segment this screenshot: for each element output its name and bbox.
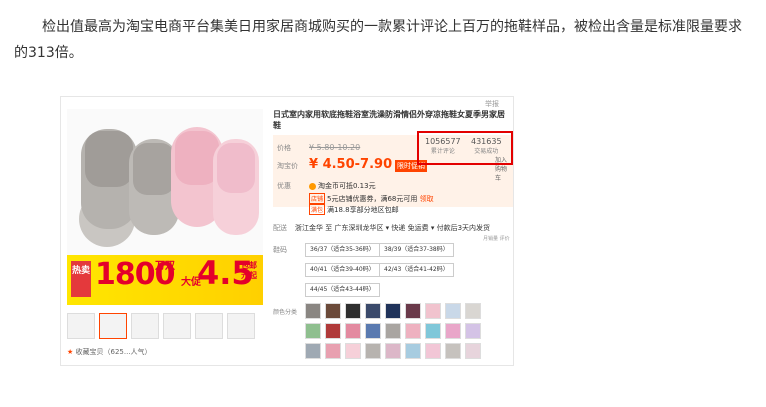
color-swatch[interactable] <box>365 323 381 339</box>
banner-unit: 万双 <box>155 261 175 272</box>
coin-icon <box>309 182 316 190</box>
promo-banner: 热卖 1800 万双 大促 4.5 包邮元起 <box>67 254 263 305</box>
banner-free-shipping: 包邮元起 <box>241 261 257 280</box>
color-swatch[interactable] <box>305 343 321 359</box>
color-label: 颜色分类 <box>273 309 298 316</box>
article-paragraph: 检出值最高为淘宝电商平台集美日用家居商城购买的一款累计评论上百万的拖鞋样品，被检… <box>14 19 742 61</box>
color-swatch[interactable] <box>325 323 341 339</box>
color-swatch[interactable] <box>385 303 401 319</box>
color-swatch[interactable] <box>425 323 441 339</box>
star-icon: ★ <box>67 348 74 356</box>
thumbnail[interactable] <box>195 313 223 339</box>
article-text: 检出值最高为淘宝电商平台集美日用家居商城购买的一款累计评论上百万的拖鞋样品，被检… <box>14 14 754 66</box>
original-price: ¥ 5.80-10.20 <box>309 143 361 152</box>
shipping-text[interactable]: 浙江金华 至 广东深圳龙华区 ▾ 快递 免运费 ▾ 付款后3天内发货 <box>295 224 490 232</box>
color-swatch[interactable] <box>345 303 361 319</box>
price-label: 价格 <box>277 144 291 152</box>
color-swatch[interactable] <box>445 323 461 339</box>
current-price: ¥ 4.50-7.90 <box>309 157 393 172</box>
color-swatch[interactable] <box>405 303 421 319</box>
color-swatch[interactable] <box>365 303 381 319</box>
promotion-row: 满包 满18.8享部分地区包邮 <box>309 204 399 215</box>
color-swatch[interactable] <box>465 343 481 359</box>
color-swatch[interactable] <box>365 343 381 359</box>
product-info-panel: 日式室内家用软底拖鞋浴室洗澡防滑情侣外穿凉拖鞋女夏季男家居鞋 价格 ¥ 5.80… <box>271 97 513 365</box>
color-swatch[interactable] <box>385 323 401 339</box>
color-swatch[interactable] <box>465 323 481 339</box>
thumbnail[interactable] <box>163 313 191 339</box>
size-option[interactable]: 44/45（适合43-44码） <box>305 283 380 297</box>
thumbnail-active[interactable] <box>99 313 127 339</box>
promotion-text: 满18.8享部分地区包邮 <box>327 206 399 214</box>
shipping-note: 月销量 评价 <box>483 236 510 242</box>
color-swatch[interactable] <box>425 343 441 359</box>
taobao-price-label: 淘宝价 <box>277 162 298 170</box>
size-option[interactable]: 40/41（适合39-40码） <box>305 263 380 277</box>
color-swatch[interactable] <box>465 303 481 319</box>
add-to-cart-link[interactable]: 加入购物车 <box>495 155 511 182</box>
banner-hot-label: 热卖 <box>71 261 91 297</box>
thumbnail[interactable] <box>131 313 159 339</box>
color-swatch[interactable] <box>305 323 321 339</box>
color-swatch[interactable] <box>325 303 341 319</box>
color-swatch[interactable] <box>405 323 421 339</box>
color-swatch[interactable] <box>325 343 341 359</box>
product-title: 日式室内家用软底拖鞋浴室洗澡防滑情侣外穿凉拖鞋女夏季男家居鞋 <box>273 110 505 130</box>
favorite-text: 收藏宝贝（625...人气） <box>75 348 152 356</box>
promo-tag: 满包 <box>309 204 326 215</box>
color-swatch[interactable] <box>305 303 321 319</box>
size-option[interactable]: 42/43（适合41-42码） <box>379 263 454 277</box>
shop-tag: 店铺 <box>309 193 326 204</box>
shipping-row: 配送 浙江金华 至 广东深圳龙华区 ▾ 快递 免运费 ▾ 付款后3天内发货 <box>273 223 490 233</box>
coin-text: 淘金币可抵0.13元 <box>318 182 376 190</box>
thumbnail[interactable] <box>227 313 255 339</box>
slipper-illustration-icon <box>79 127 259 247</box>
shipping-label: 配送 <box>273 224 287 232</box>
color-swatch[interactable] <box>345 343 361 359</box>
promo-label: 优惠 <box>277 182 291 190</box>
color-swatch[interactable] <box>445 303 461 319</box>
color-swatch[interactable] <box>405 343 421 359</box>
coupon-text: 5元店铺优惠券，满68元可用 <box>327 195 418 203</box>
coupon-row: 店铺 5元店铺优惠券，满68元可用 领取 <box>309 193 434 204</box>
size-option[interactable]: 38/39（适合37-38码） <box>379 243 454 257</box>
color-swatch[interactable] <box>425 303 441 319</box>
color-swatch[interactable] <box>345 323 361 339</box>
size-option[interactable]: 36/37（适合35-36码） <box>305 243 380 257</box>
size-label: 鞋码 <box>273 246 287 254</box>
favorite-link[interactable]: ★ 收藏宝贝（625...人气） <box>67 347 152 357</box>
coupon-claim-link[interactable]: 领取 <box>420 195 434 203</box>
product-main-image: 热卖 1800 万双 大促 4.5 包邮元起 <box>67 109 263 305</box>
thumbnail[interactable] <box>67 313 95 339</box>
coin-discount: 淘金币可抵0.13元 <box>309 181 376 191</box>
color-swatch[interactable] <box>445 343 461 359</box>
product-screenshot: 热卖 1800 万双 大促 4.5 包邮元起 ★ 收藏宝贝（625...人气） … <box>60 96 514 366</box>
color-swatch[interactable] <box>385 343 401 359</box>
